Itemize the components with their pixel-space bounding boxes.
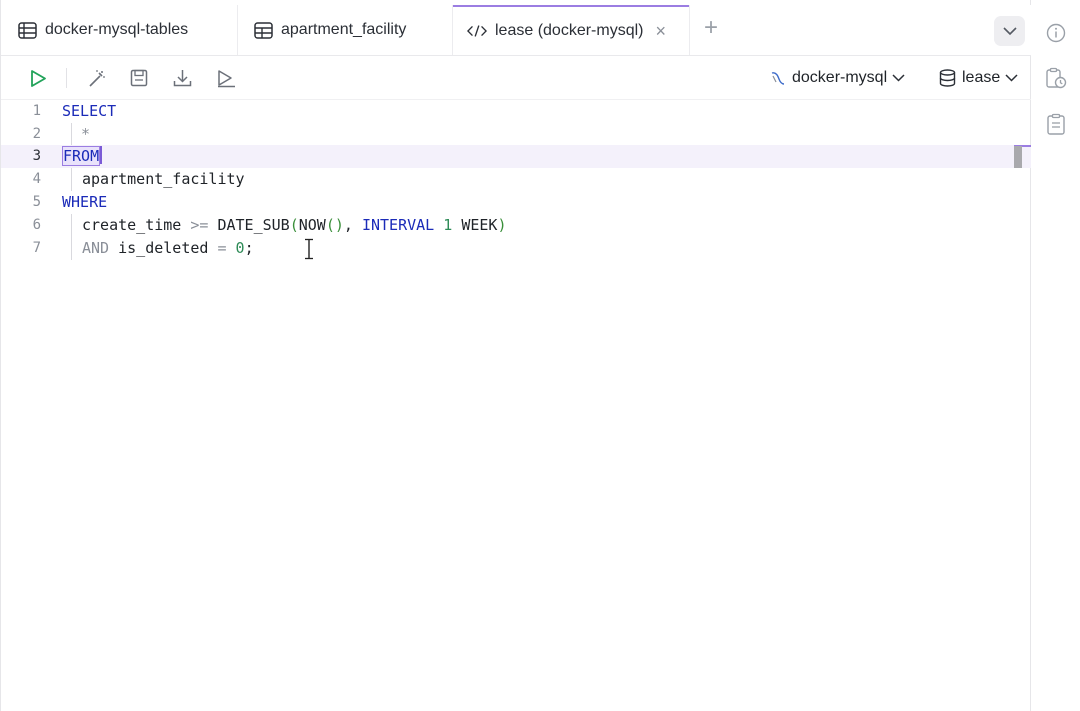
sql-editor[interactable]: 1 SELECT 2 * 3 FROM 4 apartment_facility… — [1, 100, 1031, 711]
sql-identifier: apartment_facility — [82, 170, 245, 188]
explain-play-icon — [216, 69, 236, 88]
code-text: apartment_facility — [82, 168, 245, 191]
sql-keyword: SELECT — [62, 102, 117, 120]
connection-icon — [770, 70, 786, 86]
sql-unit: WEEK — [461, 216, 498, 234]
save-icon — [130, 69, 148, 87]
line-number: 3 — [32, 148, 41, 164]
right-sidebar — [1031, 0, 1080, 711]
sql-paren: () — [325, 216, 344, 234]
tab-lease-docker-mysql[interactable]: lease (docker-mysql) × — [453, 5, 689, 55]
sql-operator: >= — [190, 216, 209, 234]
download-icon — [173, 69, 192, 87]
code-line: 1 SELECT — [1, 100, 1031, 123]
code-line: 6 create_time >= DATE_SUB(NOW(), INTERVA… — [1, 214, 1031, 237]
clipboard-list-icon — [1046, 113, 1066, 135]
tab-apartment-facility[interactable]: apartment_facility — [253, 5, 406, 55]
snippets-button[interactable] — [1045, 113, 1067, 135]
sql-operator: * — [81, 125, 91, 143]
code-line: 2 * — [1, 123, 1031, 146]
close-icon[interactable]: × — [655, 22, 666, 40]
sql-number: 1 — [443, 216, 453, 234]
sql-keyword-selected: FROM — [62, 146, 101, 166]
indent-guide — [71, 237, 72, 260]
database-label: lease — [962, 69, 1001, 86]
sql-identifier: is_deleted — [118, 239, 209, 257]
chevron-down-icon — [1002, 26, 1017, 36]
sql-punctuation: , — [343, 216, 353, 234]
code-line: 4 apartment_facility — [1, 168, 1031, 191]
code-text: FROM — [62, 145, 103, 168]
line-number: 6 — [32, 217, 41, 233]
code-line: 7 AND is_deleted = 0; — [1, 237, 1031, 260]
sql-keyword: INTERVAL — [361, 216, 435, 234]
main-panel: docker-mysql-tables apartment_facility l… — [0, 0, 1031, 711]
code-line: 5 WHERE — [1, 191, 1031, 214]
scrollbar-thumb[interactable] — [1014, 146, 1022, 168]
sql-paren: ( — [289, 216, 299, 234]
chevron-down-icon — [892, 74, 905, 82]
database-icon — [939, 69, 956, 87]
format-button[interactable] — [85, 67, 107, 89]
table-list-icon — [17, 20, 37, 40]
indent-guide — [71, 168, 72, 191]
line-number: 7 — [32, 240, 41, 256]
line-number: 4 — [32, 171, 41, 187]
line-number: 1 — [32, 103, 41, 119]
tab-label: apartment_facility — [281, 21, 407, 38]
indent-guide — [71, 214, 72, 237]
sql-operator: = — [217, 239, 227, 257]
table-grid-icon — [253, 20, 273, 40]
info-icon — [1046, 23, 1066, 43]
tab-divider — [689, 5, 690, 55]
toolbar-divider — [66, 68, 67, 88]
sql-keyword: AND — [82, 239, 110, 257]
sql-number: 0 — [235, 239, 245, 257]
tab-bar: docker-mysql-tables apartment_facility l… — [1, 5, 1031, 56]
sql-punctuation: ; — [244, 239, 254, 257]
sql-function: NOW — [298, 216, 326, 234]
info-button[interactable] — [1045, 22, 1067, 44]
play-icon — [29, 69, 47, 88]
editor-toolbar: docker-mysql lease — [1, 57, 1031, 100]
tab-overflow-button[interactable] — [994, 16, 1025, 46]
download-button[interactable] — [171, 67, 193, 89]
code-text: create_time >= DATE_SUB(NOW(), INTERVAL … — [82, 214, 506, 237]
tab-divider — [237, 5, 238, 55]
text-cursor — [100, 146, 103, 164]
line-number: 5 — [32, 194, 41, 210]
magic-wand-icon — [87, 69, 106, 88]
sql-function: DATE_SUB — [217, 216, 290, 234]
sql-paren: ) — [497, 216, 507, 234]
code-line-active: 3 FROM — [1, 145, 1031, 168]
save-button[interactable] — [128, 67, 150, 89]
ibeam-cursor-icon — [305, 238, 313, 260]
indent-guide — [71, 123, 72, 146]
run-button[interactable] — [27, 67, 49, 89]
tab-label: lease (docker-mysql) — [495, 22, 644, 39]
connection-label: docker-mysql — [792, 69, 888, 86]
code-icon — [467, 21, 487, 41]
code-text: WHERE — [62, 191, 107, 214]
line-number: 2 — [32, 126, 41, 142]
code-text: * — [81, 123, 90, 146]
tab-label: docker-mysql-tables — [45, 21, 189, 38]
add-tab-button[interactable]: + — [700, 16, 722, 41]
history-button[interactable] — [1045, 67, 1067, 89]
connection-selector[interactable]: docker-mysql — [770, 66, 905, 90]
tab-docker-mysql-tables[interactable]: docker-mysql-tables — [17, 5, 188, 55]
clipboard-history-icon — [1045, 67, 1067, 89]
sql-identifier: create_time — [82, 216, 182, 234]
code-text: SELECT — [62, 100, 116, 123]
database-selector[interactable]: lease — [939, 66, 1018, 90]
chevron-down-icon — [1005, 74, 1018, 82]
code-text: AND is_deleted = 0; — [82, 237, 254, 260]
explain-button[interactable] — [215, 67, 237, 89]
sql-keyword: WHERE — [62, 193, 108, 211]
